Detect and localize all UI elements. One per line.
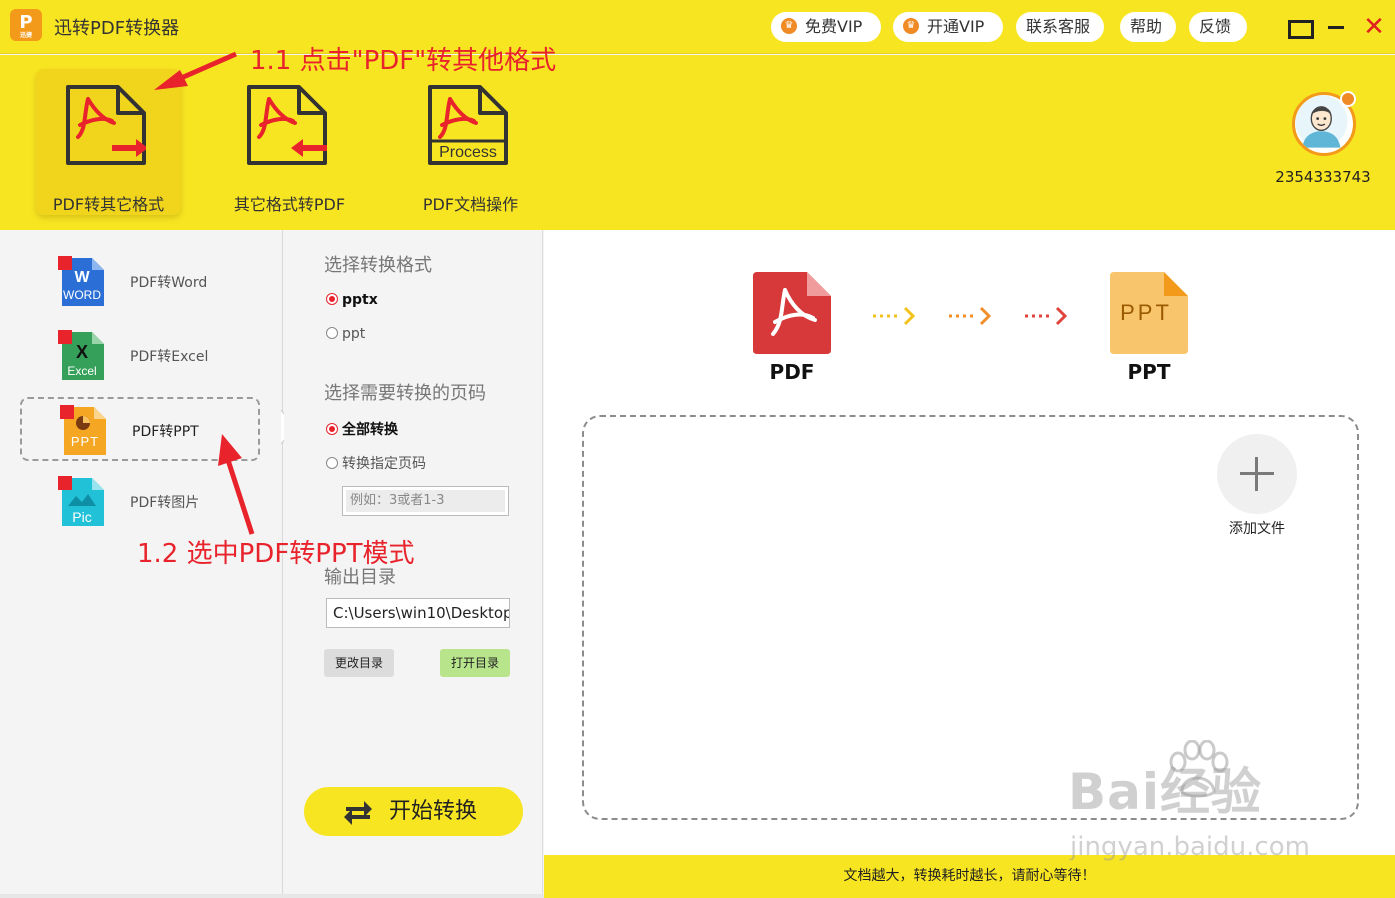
radio-icon [326, 457, 338, 469]
annotation-step2: 1.2 选中PDF转PPT模式 [137, 539, 415, 569]
pdf-process-icon: Process [428, 85, 508, 165]
svg-text:WORD: WORD [63, 288, 101, 302]
help-button[interactable]: 帮助 [1120, 12, 1176, 42]
minimize-icon[interactable] [1322, 12, 1352, 42]
svg-text:PPT: PPT [1120, 300, 1172, 325]
flow-arrow-icon [1025, 306, 1068, 326]
ppt-file-icon: PPT [1110, 272, 1188, 354]
sidebar-item-label: PDF转Excel [130, 349, 209, 365]
word-file-icon: W WORD [58, 256, 104, 306]
format-section-title: 选择转换格式 [324, 255, 432, 276]
vip-badge-icon [1340, 91, 1356, 107]
open-directory-button[interactable]: 打开目录 [440, 649, 510, 677]
user-id: 2354333743 [1275, 168, 1371, 186]
ppt-file-icon: PPT [60, 405, 106, 455]
svg-text:Pic: Pic [72, 509, 91, 525]
svg-text:X: X [76, 342, 88, 362]
app-title: 迅转PDF转换器 [54, 18, 180, 39]
change-directory-button[interactable]: 更改目录 [324, 649, 394, 677]
format-option-ppt[interactable]: ppt [326, 326, 365, 342]
crown-icon: ♛ [903, 17, 919, 34]
mode-label: PDF转其它格式 [52, 195, 165, 214]
svg-text:W: W [74, 269, 90, 286]
annotation-step1: 1.1 点击"PDF"转其他格式 [250, 46, 557, 76]
add-file-button[interactable] [1217, 434, 1297, 514]
svg-text:PPT: PPT [71, 434, 99, 449]
pdf-export-icon [66, 85, 146, 165]
pdf-import-icon [247, 85, 327, 165]
main-area: PDF PPT PPT 添加文件 [544, 230, 1395, 855]
pages-option-specific[interactable]: 转换指定页码 [326, 453, 426, 473]
open-vip-button[interactable]: ♛ 开通VIP [893, 12, 1003, 42]
close-icon[interactable]: ✕ [1359, 12, 1389, 42]
excel-file-icon: X Excel [58, 330, 104, 380]
sidebar-item-pdf-to-word[interactable]: W WORD PDF转Word [20, 250, 260, 314]
mode-label: PDF文档操作 [422, 195, 519, 214]
start-convert-button[interactable]: 开始转换 [304, 787, 523, 836]
footer-divider [0, 894, 544, 898]
baidu-watermark: Bai经验 jingyan.baidu.com [1068, 740, 1310, 862]
swap-icon [344, 801, 372, 825]
sidebar-item-label: PDF转图片 [130, 495, 200, 511]
annotation-arrow-icon [218, 434, 255, 535]
source-format-label: PDF [769, 360, 815, 384]
pdf-file-icon [753, 272, 831, 354]
process-text: Process [439, 144, 497, 161]
title-bar: P 迅捷 迅转PDF转换器 ♛ 免费VIP ♛ 开通VIP 联系客服 帮助 反馈 ✕ [0, 0, 1395, 54]
image-file-icon: Pic [58, 476, 104, 526]
sidebar-item-pdf-to-excel[interactable]: X Excel PDF转Excel [20, 324, 260, 388]
app-logo-icon: P 迅捷 [10, 9, 42, 41]
paw-logo-icon [1169, 740, 1229, 798]
crown-icon: ♛ [781, 17, 797, 34]
pages-section-title: 选择需要转换的页码 [324, 383, 486, 404]
format-option-pptx[interactable]: pptx [326, 292, 378, 308]
radio-selected-icon [326, 293, 338, 305]
free-vip-button[interactable]: ♛ 免费VIP [771, 12, 881, 42]
add-file-label: 添加文件 [1229, 521, 1285, 537]
radio-selected-icon [326, 423, 338, 435]
annotation-arrow-icon [154, 51, 238, 90]
maximize-icon[interactable] [1285, 12, 1315, 42]
svg-text:Excel: Excel [67, 364, 96, 378]
feedback-button[interactable]: 反馈 [1189, 12, 1247, 42]
sidebar-item-label: PDF转PPT [132, 424, 199, 440]
page-range-input[interactable]: 例如：3或者1-3 [342, 486, 509, 516]
target-format-label: PPT [1127, 360, 1171, 384]
radio-icon [326, 327, 338, 339]
contact-service-button[interactable]: 联系客服 [1016, 12, 1104, 42]
flow-arrow-icon [949, 306, 992, 326]
sidebar-item-label: PDF转Word [130, 275, 208, 291]
pages-option-all[interactable]: 全部转换 [326, 419, 398, 439]
tab-pdf-operations[interactable]: Process PDF文档操作 [398, 69, 543, 215]
mode-label: 其它格式转PDF [233, 195, 346, 214]
output-path-field[interactable]: C:\Users\win10\Desktop [326, 598, 510, 628]
flow-arrow-icon [873, 306, 916, 326]
